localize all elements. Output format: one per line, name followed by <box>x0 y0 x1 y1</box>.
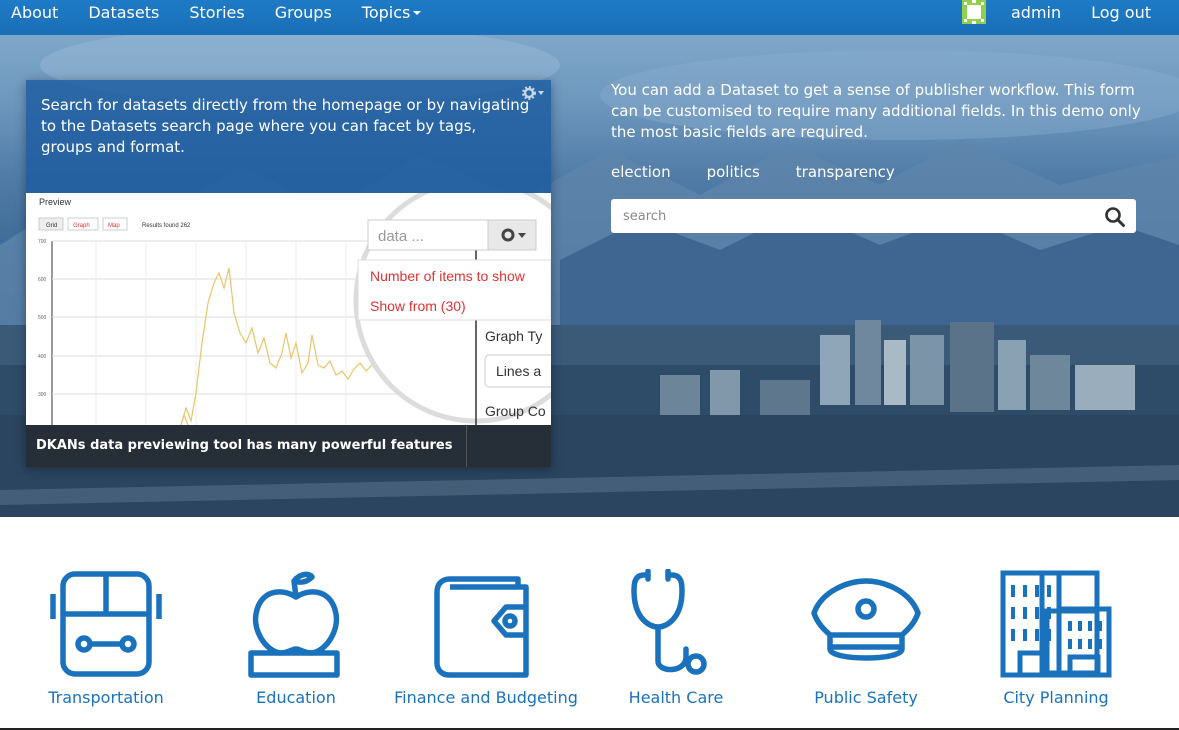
page: About Datasets Stories Groups Topics adm <box>0 0 1179 730</box>
topic-city-planning[interactable]: City Planning <box>961 569 1151 708</box>
hero-intro-text: You can add a Dataset to get a sense of … <box>611 81 1141 141</box>
featured-carousel-card: Search for datasets directly from the ho… <box>26 80 551 467</box>
preview-menu-items-count: Number of items to show <box>370 268 526 284</box>
caret-down-icon <box>413 11 422 15</box>
topic-label: Education <box>256 688 336 707</box>
hero-banner: Search for datasets directly from the ho… <box>0 35 1179 517</box>
popular-tags: election politics transparency <box>611 163 931 181</box>
nav-topics-label: Topics <box>361 2 411 22</box>
main-menu: About Datasets Stories Groups Topics <box>11 0 451 24</box>
y-tick-label: 300 <box>38 392 47 398</box>
top-navbar: About Datasets Stories Groups Topics adm <box>0 0 1179 35</box>
preview-graph-type-value: Lines a <box>496 363 541 379</box>
preview-screenshot[interactable]: Preview Grid Graph Map Results found 262 <box>26 193 551 425</box>
police-hat-icon <box>811 578 921 661</box>
preview-grid-button: Grid <box>46 223 57 229</box>
stethoscope-icon <box>631 569 707 675</box>
user-profile-link[interactable]: admin <box>1011 3 1061 22</box>
card-description: Search for datasets directly from the ho… <box>41 96 530 156</box>
nav-datasets-link[interactable]: Datasets <box>88 3 159 22</box>
preview-menu-show-from: Show from (30) <box>370 298 466 314</box>
y-tick-label: 400 <box>38 354 47 360</box>
nav-topics-dropdown[interactable]: Topics <box>362 3 422 22</box>
bus-icon <box>50 571 162 677</box>
preview-graph-button: Graph <box>73 223 90 229</box>
user-menu: admin Log out <box>961 0 1151 24</box>
tag-link[interactable]: election <box>611 163 671 181</box>
carousel-caption: DKANs data previewing tool has many powe… <box>26 425 551 467</box>
search-icon[interactable] <box>1104 206 1126 228</box>
y-tick-label: 600 <box>38 277 47 283</box>
nav-groups-link[interactable]: Groups <box>275 3 332 22</box>
preview-graph-type-label: Graph Ty <box>485 328 542 344</box>
wallet-icon <box>434 576 529 678</box>
topic-transportation[interactable]: Transportation <box>11 569 201 708</box>
preview-results: Results found 262 <box>142 223 191 229</box>
caption-divider <box>466 425 467 467</box>
search-input[interactable] <box>611 199 1091 233</box>
preview-title: Preview <box>39 197 72 207</box>
logout-link[interactable]: Log out <box>1091 3 1151 22</box>
buildings-icon <box>1000 570 1112 678</box>
topic-label: Transportation <box>48 688 164 707</box>
dataset-search-form <box>611 199 1136 233</box>
apple-books-icon <box>248 571 340 678</box>
topics-section: Transportation Education Finance and Bud… <box>0 517 1179 730</box>
nav-about-link[interactable]: About <box>11 3 58 22</box>
topic-education[interactable]: Education <box>201 569 391 708</box>
tag-link[interactable]: politics <box>707 163 760 181</box>
topic-label: Finance and Budgeting <box>394 688 578 707</box>
topic-finance-and-budgeting[interactable]: Finance and Budgeting <box>391 569 581 708</box>
y-tick-label: 500 <box>38 315 47 321</box>
topic-public-safety[interactable]: Public Safety <box>771 569 961 708</box>
user-avatar-icon[interactable] <box>961 0 986 24</box>
nav-stories-link[interactable]: Stories <box>189 3 244 22</box>
topic-health-care[interactable]: Health Care <box>581 569 771 708</box>
preview-search-placeholder: data ... <box>378 228 424 245</box>
preview-group-label: Group Co <box>485 403 546 419</box>
tag-link[interactable]: transparency <box>796 163 895 181</box>
topic-label: Public Safety <box>814 688 918 707</box>
preview-map-button: Map <box>108 223 120 229</box>
topic-label: City Planning <box>1003 688 1109 707</box>
carousel-caption-text: DKANs data previewing tool has many powe… <box>36 438 453 453</box>
y-tick-label: 700 <box>38 239 47 245</box>
topic-label: Health Care <box>628 688 724 707</box>
